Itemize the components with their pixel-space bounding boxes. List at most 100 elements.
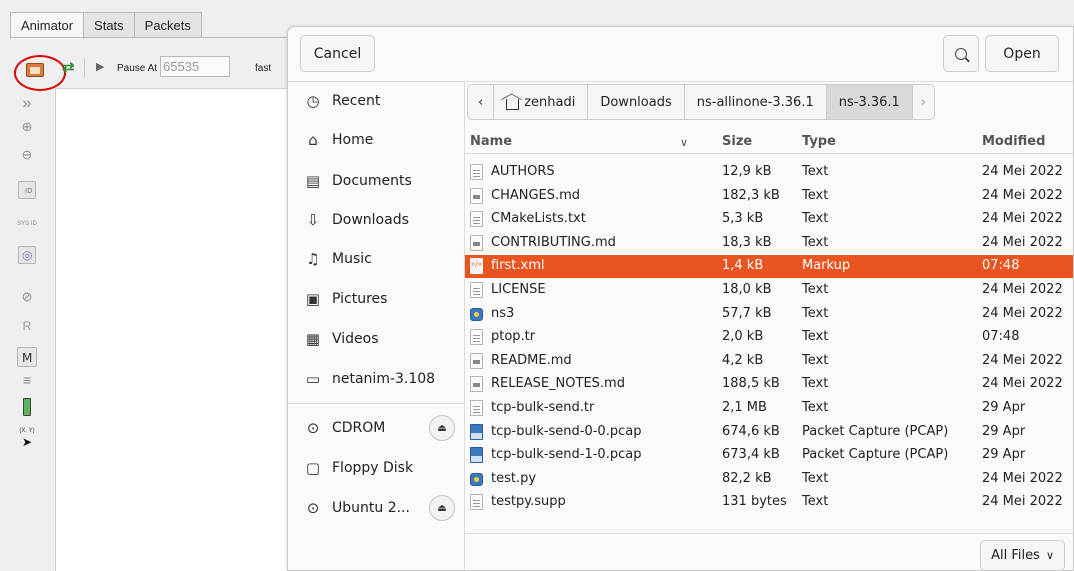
play-icon[interactable]: ▶ (96, 60, 104, 73)
animator-side-toolbar: » ⊕ ⊖ ID SYS ID ◎ ⊘ R M ≡ (X, Y) ➤ (0, 88, 56, 571)
lines-icon[interactable]: ≡ (23, 373, 31, 387)
xy-label[interactable]: (X, Y) (19, 428, 34, 434)
file-row[interactable]: RELEASE_NOTES.md 188,5 kB Text 24 Mei 2022 (465, 373, 1073, 396)
file-chooser-dialog: Cancel Open ◷ Recent ⌂ Home ▤ Documents ⇩ Do… (287, 26, 1074, 571)
download-icon: ⇩ (306, 211, 320, 229)
place-pictures[interactable]: ▣ Pictures (288, 280, 465, 318)
file-modified: 24 Mei 2022 (982, 234, 1063, 250)
column-name[interactable]: Name (470, 134, 512, 149)
open-button[interactable]: Open (985, 35, 1059, 72)
cancel-button[interactable]: Cancel (300, 35, 375, 72)
file-size: 4,2 kB (722, 352, 764, 368)
file-xml-icon (470, 258, 483, 275)
file-row[interactable]: test.py 82,2 kB Text 24 Mei 2022 (465, 468, 1073, 491)
reload-icon[interactable]: ⇄ (62, 58, 75, 76)
file-row[interactable]: CMakeLists.txt 5,3 kB Text 24 Mei 2022 (465, 208, 1073, 231)
file-row[interactable]: testpy.supp 131 bytes Text 24 Mei 2022 (465, 491, 1073, 514)
animation-canvas[interactable] (56, 88, 288, 571)
m-toggle[interactable]: M (17, 347, 37, 367)
place-home[interactable]: ⌂ Home (288, 121, 465, 159)
file-row[interactable]: README.md 4,2 kB Text 24 Mei 2022 (465, 350, 1073, 373)
file-modified: 24 Mei 2022 (982, 305, 1063, 321)
eject-icon[interactable]: ⏏ (429, 495, 455, 521)
zoom-out-icon[interactable]: ⊖ (22, 148, 33, 161)
column-modified[interactable]: Modified (982, 134, 1045, 149)
place-netanim[interactable]: ▭ netanim-3.108 (288, 360, 465, 398)
file-name: CHANGES.md (491, 187, 581, 203)
file-row[interactable]: tcp-bulk-send.tr 2,1 MB Text 29 Apr (465, 397, 1073, 420)
file-md-icon (470, 234, 483, 251)
fingerprint-toggle[interactable]: ◎ (18, 246, 36, 264)
place-music[interactable]: ♫ Music (288, 240, 465, 278)
file-row[interactable]: CHANGES.md 182,3 kB Text 24 Mei 2022 (465, 185, 1073, 208)
disable-icon[interactable]: ⊘ (22, 290, 33, 303)
battery-icon[interactable] (23, 398, 31, 416)
place-recent[interactable]: ◷ Recent (288, 82, 465, 120)
file-modified: 24 Mei 2022 (982, 187, 1063, 203)
column-size[interactable]: Size (722, 134, 752, 149)
file-row[interactable]: tcp-bulk-send-0-0.pcap 674,6 kB Packet Cap… (465, 421, 1073, 444)
disc-icon: ⊙ (306, 419, 320, 437)
search-button[interactable] (943, 35, 979, 72)
file-row[interactable]: first.xml 1,4 kB Markup 07:48 (465, 255, 1073, 279)
node-id-label: ID (25, 187, 33, 195)
sort-chevron-icon[interactable]: ∨ (680, 136, 688, 149)
file-type: Text (802, 164, 829, 179)
r-toggle[interactable]: R (23, 320, 32, 332)
open-file-icon[interactable] (26, 63, 44, 77)
tab-animator[interactable]: Animator (10, 12, 85, 39)
path-bar: ‹ zenhadi Downloads ns-allinone-3.36.1 n… (467, 84, 935, 120)
path-crumb[interactable]: ns-allinone-3.36.1 (683, 84, 827, 120)
place-downloads[interactable]: ⇩ Downloads (288, 201, 465, 239)
node-id-toggle[interactable]: ID (18, 181, 36, 199)
file-name: RELEASE_NOTES.md (491, 376, 625, 392)
tab-packets[interactable]: Packets (133, 12, 202, 38)
place-label: Recent (332, 93, 381, 109)
file-modified: 07:48 (982, 258, 1020, 274)
file-row[interactable]: LICENSE 18,0 kB Text 24 Mei 2022 (465, 279, 1073, 302)
file-row[interactable]: ns3 57,7 kB Text 24 Mei 2022 (465, 303, 1073, 326)
file-size: 2,1 MB (722, 400, 767, 415)
file-md-icon (470, 187, 483, 204)
file-modified: 29 Apr (982, 400, 1026, 415)
file-modified: 29 Apr (982, 447, 1026, 463)
file-name: first.xml (491, 258, 545, 274)
file-row[interactable]: AUTHORS 12,9 kB Text 24 Mei 2022 (465, 161, 1073, 184)
column-type[interactable]: Type (802, 134, 836, 149)
file-row[interactable]: ptop.tr 2,0 kB Text 07:48 (465, 326, 1073, 349)
folder-icon: ▭ (305, 370, 321, 388)
path-crumb-home[interactable]: zenhadi (493, 84, 589, 120)
place-label: Documents (332, 173, 412, 189)
file-py-icon (470, 472, 483, 486)
expand-icon[interactable]: » (23, 96, 32, 112)
file-filter-dropdown[interactable]: All Files ∨ (980, 540, 1065, 570)
document-icon: ▤ (305, 172, 321, 190)
path-forward-button[interactable]: › (911, 84, 935, 120)
pause-at-input[interactable]: 65535 (160, 56, 230, 77)
file-type: Text (802, 329, 829, 345)
file-size: 131 bytes (722, 494, 787, 510)
eject-icon[interactable]: ⏏ (429, 415, 455, 441)
file-size: 12,9 kB (722, 164, 772, 179)
zoom-in-icon[interactable]: ⊕ (22, 120, 33, 133)
sysid-label[interactable]: SYS ID (17, 221, 37, 227)
file-row[interactable]: CONTRIBUTING.md 18,3 kB Text 24 Mei 2022 (465, 232, 1073, 255)
tab-divider (10, 37, 290, 38)
tab-stats[interactable]: Stats (83, 12, 135, 38)
film-icon: ▦ (305, 330, 321, 348)
place-videos[interactable]: ▦ Videos (288, 320, 465, 358)
places-separator (288, 403, 465, 404)
file-list: AUTHORS 12,9 kB Text 24 Mei 2022 CHANGES.md 1… (465, 161, 1073, 531)
music-icon: ♫ (306, 250, 320, 268)
place-label: netanim-3.108 (332, 371, 436, 387)
place-cdrom[interactable]: ⊙ CDROM ⏏ (288, 409, 465, 447)
file-size: 2,0 kB (722, 329, 764, 345)
file-row[interactable]: tcp-bulk-send-1-0.pcap 673,4 kB Packet Cap… (465, 444, 1073, 467)
path-crumb[interactable]: Downloads (587, 84, 685, 120)
path-crumb-current[interactable]: ns-3.36.1 (825, 84, 913, 120)
file-name: ns3 (491, 305, 515, 321)
place-documents[interactable]: ▤ Documents (288, 162, 465, 200)
place-floppy[interactable]: ▢ Floppy Disk (288, 449, 465, 487)
place-ubuntu[interactable]: ⊙ Ubuntu 2... ⏏ (288, 489, 465, 527)
path-back-button[interactable]: ‹ (467, 84, 495, 120)
